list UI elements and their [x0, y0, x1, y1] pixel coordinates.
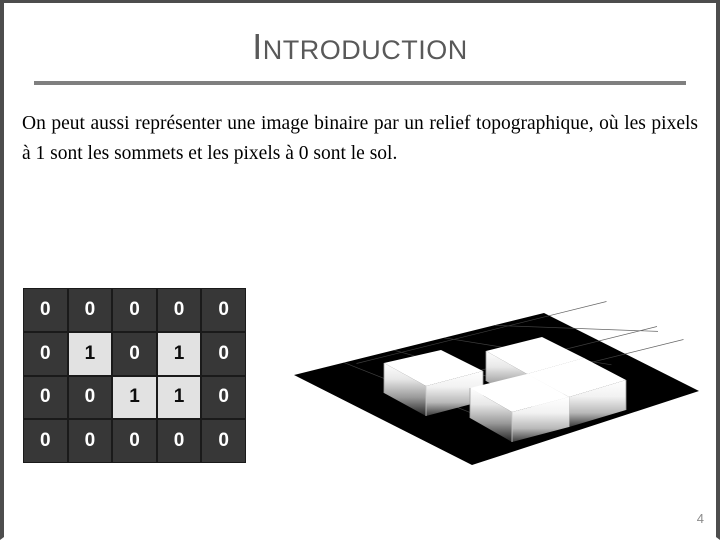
matrix-cell-r1c1: 1: [68, 332, 112, 375]
page-title-initial: I: [252, 26, 263, 67]
matrix-cell-r3c4: 0: [202, 420, 245, 462]
matrix-cell-r1c2: 0: [113, 332, 156, 375]
body-paragraph: On peut aussi représenter une image bina…: [22, 113, 698, 164]
matrix-cell-r0c3: 0: [157, 289, 201, 331]
matrix-cell-r0c1: 0: [68, 289, 112, 331]
relief-svg: [294, 301, 699, 465]
matrix-cell-r1c3: 1: [157, 332, 201, 375]
matrix-cell-r1c4: 0: [202, 332, 245, 375]
matrix-cell-r3c0: 0: [24, 420, 67, 462]
matrix-cell-r2c1: 0: [68, 376, 112, 419]
matrix-cell-r3c3: 0: [157, 420, 201, 462]
matrix-cell-r2c2: 1: [113, 376, 156, 419]
binary-image-matrix: 00000010100011000000: [23, 288, 246, 463]
page-number: 4: [696, 511, 704, 526]
matrix-cell-r0c0: 0: [24, 289, 67, 331]
matrix-cell-r0c2: 0: [113, 289, 156, 331]
title-divider: [34, 81, 686, 85]
page-title: INTRODUCTION: [4, 29, 716, 68]
matrix-cell-r2c4: 0: [202, 376, 245, 419]
matrix-cell-r3c1: 0: [68, 420, 112, 462]
page-title-rest: NTRODUCTION: [262, 35, 468, 65]
matrix-cell-r3c2: 0: [113, 420, 156, 462]
slide: INTRODUCTION On peut aussi représenter u…: [0, 0, 720, 540]
matrix-cell-r2c0: 0: [24, 376, 67, 419]
topographic-relief-illustration: [274, 293, 714, 493]
matrix-cell-r2c3: 1: [157, 376, 201, 419]
matrix-cell-r0c4: 0: [202, 289, 245, 331]
matrix-cell-r1c0: 0: [24, 332, 67, 375]
